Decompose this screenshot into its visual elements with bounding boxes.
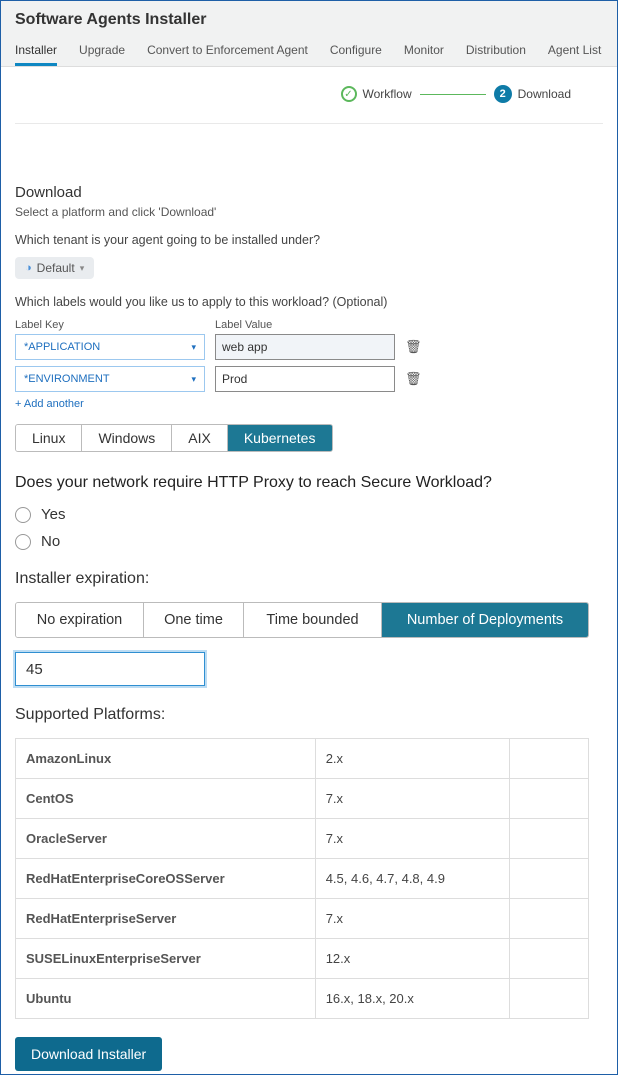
label-key-1-value: *ENVIRONMENT (24, 373, 110, 385)
expiration-segmented: No expiration One time Time bounded Numb… (15, 602, 589, 638)
exp-time-bounded[interactable]: Time bounded (244, 603, 382, 637)
workflow-connector (420, 94, 486, 95)
tab-agent-list[interactable]: Agent List (548, 37, 601, 66)
tenant-icon: ◑ (25, 262, 32, 274)
expiration-heading: Installer expiration: (15, 570, 603, 588)
radio-icon[interactable] (15, 534, 31, 550)
table-row: SUSELinuxEnterpriseServer12.x (16, 939, 589, 979)
platform-aix[interactable]: AIX (172, 425, 228, 451)
platform-version: 7.x (315, 819, 509, 859)
platform-segmented: Linux Windows AIX Kubernetes (15, 424, 333, 452)
tab-distribution[interactable]: Distribution (466, 37, 526, 66)
table-row: RedHatEnterpriseCoreOSServer4.5, 4.6, 4.… (16, 859, 589, 899)
platform-version: 7.x (315, 899, 509, 939)
proxy-no-row[interactable]: No (15, 533, 603, 550)
label-value-input-0[interactable] (215, 334, 395, 360)
content: Download Select a platform and click 'Do… (1, 124, 617, 1075)
platform-version: 2.x (315, 739, 509, 779)
top-tabs: Installer Upgrade Convert to Enforcement… (15, 37, 603, 66)
table-row: RedHatEnterpriseServer7.x (16, 899, 589, 939)
platform-kubernetes[interactable]: Kubernetes (228, 425, 333, 451)
exp-one-time[interactable]: One time (144, 603, 244, 637)
platform-name: RedHatEnterpriseCoreOSServer (16, 859, 316, 899)
platform-name: RedHatEnterpriseServer (16, 899, 316, 939)
tenant-dropdown[interactable]: ◑ Default ▾ (15, 257, 94, 279)
platform-name: OracleServer (16, 819, 316, 859)
step-number-icon: 2 (494, 85, 512, 103)
label-headers: Label Key Label Value (15, 319, 603, 331)
platform-name: CentOS (16, 779, 316, 819)
download-installer-button[interactable]: Download Installer (15, 1037, 162, 1071)
label-row-0: *APPLICATION ▾ 🗑 (15, 334, 603, 360)
tab-installer[interactable]: Installer (15, 37, 57, 66)
app-window: Software Agents Installer Installer Upgr… (0, 0, 618, 1075)
labels-question: Which labels would you like us to apply … (15, 295, 603, 309)
platform-version: 7.x (315, 779, 509, 819)
workflow-step-1-label: Workflow (363, 87, 412, 101)
proxy-no-label: No (41, 533, 60, 550)
chevron-down-icon: ▾ (191, 374, 196, 385)
chevron-down-icon: ▾ (191, 342, 196, 353)
platform-name: SUSELinuxEnterpriseServer (16, 939, 316, 979)
check-icon: ✓ (341, 86, 357, 102)
table-row: Ubuntu16.x, 18.x, 20.x (16, 979, 589, 1019)
supported-heading: Supported Platforms: (15, 706, 603, 724)
workflow-step-1: ✓ Workflow (341, 86, 412, 102)
platform-name: Ubuntu (16, 979, 316, 1019)
label-key-select-1[interactable]: *ENVIRONMENT ▾ (15, 366, 205, 392)
proxy-yes-label: Yes (41, 506, 65, 523)
platform-name: AmazonLinux (16, 739, 316, 779)
platform-linux[interactable]: Linux (16, 425, 82, 451)
proxy-question: Does your network require HTTP Proxy to … (15, 474, 603, 492)
radio-icon[interactable] (15, 507, 31, 523)
download-subheading: Select a platform and click 'Download' (15, 205, 603, 219)
deployments-input[interactable] (15, 652, 205, 686)
delete-icon[interactable]: 🗑 (405, 371, 422, 387)
platform-version: 12.x (315, 939, 509, 979)
label-key-0-value: *APPLICATION (24, 341, 100, 353)
header: Software Agents Installer Installer Upgr… (1, 1, 617, 67)
proxy-yes-row[interactable]: Yes (15, 506, 603, 523)
exp-no-expiration[interactable]: No expiration (16, 603, 144, 637)
label-value-input-1[interactable] (215, 366, 395, 392)
tab-upgrade[interactable]: Upgrade (79, 37, 125, 66)
table-row: AmazonLinux2.x (16, 739, 589, 779)
label-key-select-0[interactable]: *APPLICATION ▾ (15, 334, 205, 360)
workflow-steps: ✓ Workflow 2 Download (1, 67, 617, 113)
label-row-1: *ENVIRONMENT ▾ 🗑 (15, 366, 603, 392)
download-heading: Download (15, 184, 603, 201)
tenant-question: Which tenant is your agent going to be i… (15, 233, 603, 247)
tenant-value: Default (37, 261, 75, 275)
page-title: Software Agents Installer (15, 11, 603, 29)
chevron-down-icon: ▾ (80, 263, 85, 274)
delete-icon[interactable]: 🗑 (405, 339, 422, 355)
tab-monitor[interactable]: Monitor (404, 37, 444, 66)
supported-platforms-table: AmazonLinux2.x CentOS7.x OracleServer7.x… (15, 738, 589, 1019)
platform-windows[interactable]: Windows (82, 425, 172, 451)
workflow-step-2-label: Download (518, 87, 571, 101)
label-key-header: Label Key (15, 319, 205, 331)
platform-version: 4.5, 4.6, 4.7, 4.8, 4.9 (315, 859, 509, 899)
exp-num-deployments[interactable]: Number of Deployments (382, 603, 588, 637)
table-row: CentOS7.x (16, 779, 589, 819)
workflow-step-2: 2 Download (494, 85, 571, 103)
tab-convert[interactable]: Convert to Enforcement Agent (147, 37, 308, 66)
tab-configure[interactable]: Configure (330, 37, 382, 66)
table-row: OracleServer7.x (16, 819, 589, 859)
platform-version: 16.x, 18.x, 20.x (315, 979, 509, 1019)
add-another-link[interactable]: + Add another (15, 398, 603, 410)
label-value-header: Label Value (215, 319, 272, 331)
